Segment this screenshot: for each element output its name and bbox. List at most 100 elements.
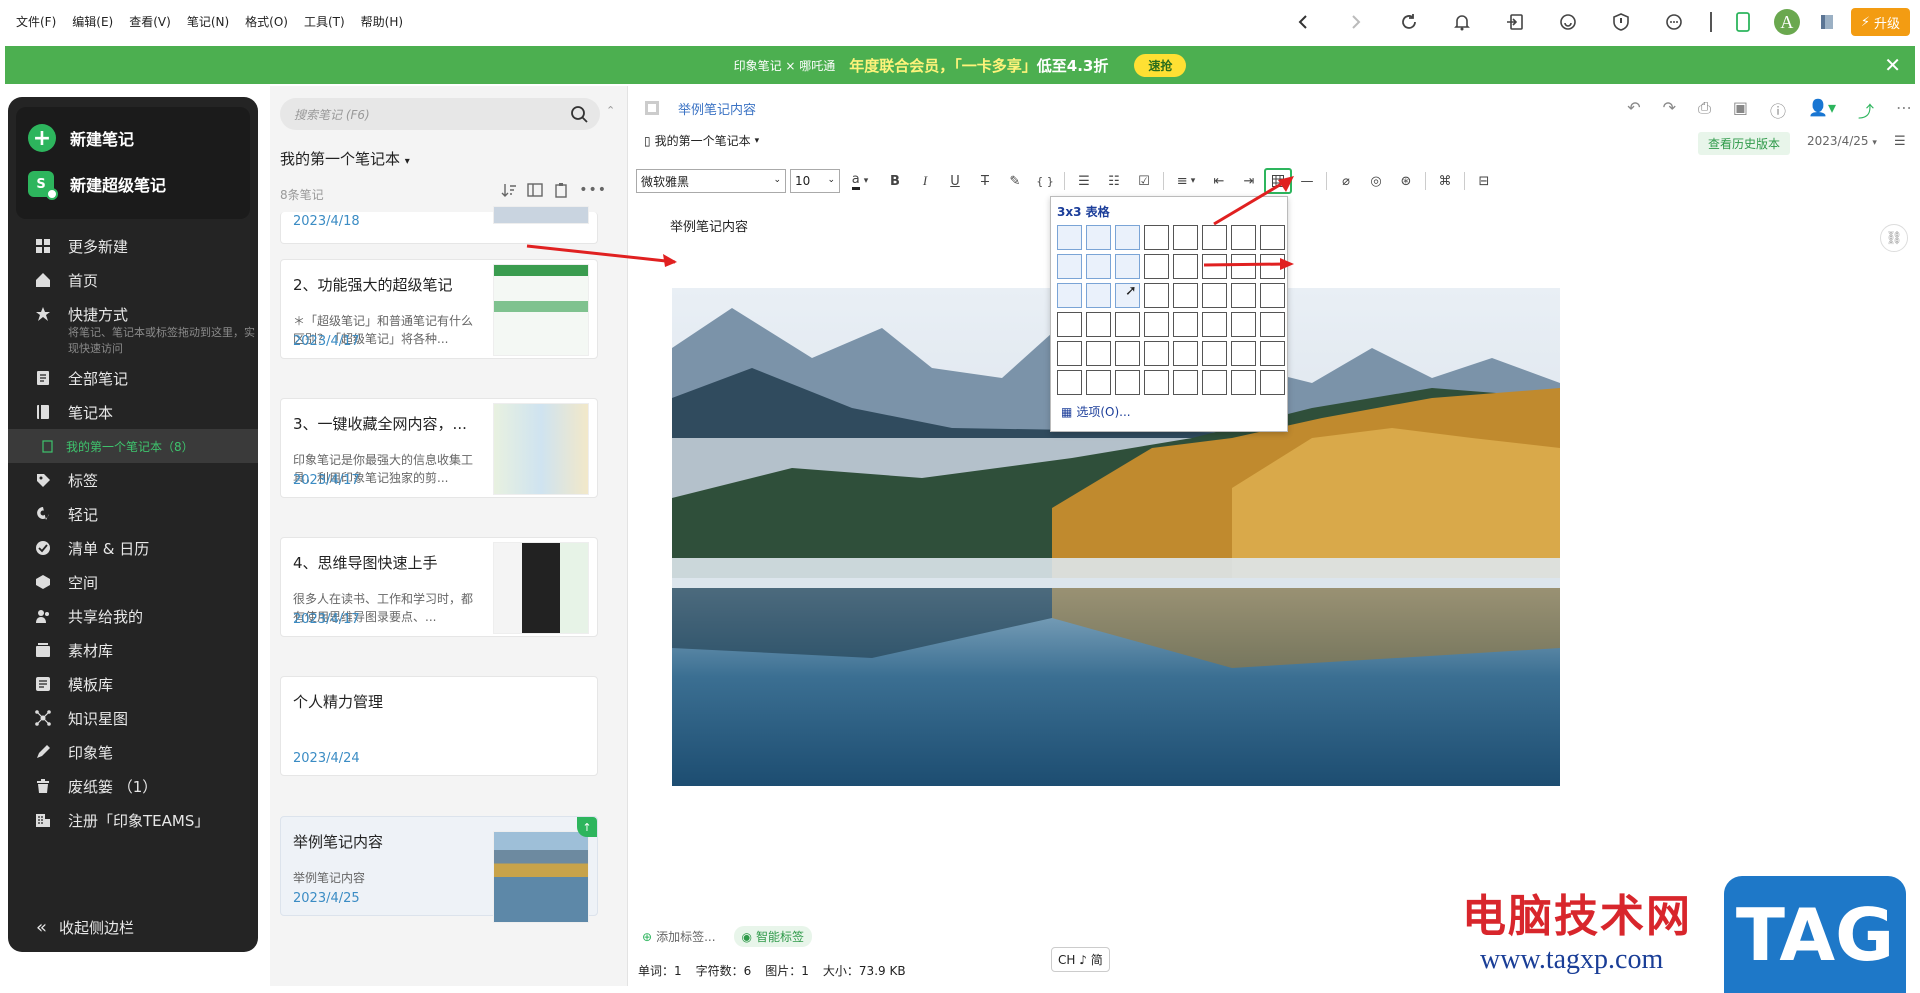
shield-icon[interactable] <box>1595 0 1648 44</box>
grid-cell[interactable] <box>1260 370 1285 395</box>
font-family-select[interactable]: 微软雅黑 ⌄ <box>636 169 786 193</box>
code-icon[interactable]: { } <box>1030 168 1060 194</box>
grid-cell[interactable] <box>1260 341 1285 366</box>
back-icon[interactable] <box>1277 0 1330 44</box>
shortcut-icon[interactable]: ⌘ <box>1430 168 1460 194</box>
lock-icon[interactable]: ⊟ <box>1469 168 1499 194</box>
grid-cell[interactable] <box>1202 370 1227 395</box>
menu-note[interactable]: 笔记(N) <box>179 0 237 44</box>
new-super-note-button[interactable]: S 新建超级笔记 <box>16 161 250 207</box>
font-color-icon[interactable]: a ▾ <box>840 168 880 194</box>
menu-file[interactable]: 文件(F) <box>8 0 64 44</box>
grid-cell[interactable] <box>1086 254 1111 279</box>
collapse-sidebar-button[interactable]: « 收起侧边栏 <box>36 917 134 938</box>
grid-cell[interactable] <box>1260 283 1285 308</box>
grid-cell[interactable] <box>1057 254 1082 279</box>
note-card[interactable]: 个人精力管理 2023/4/24 <box>280 676 598 776</box>
attachment-icon[interactable]: ⌀ <box>1331 168 1361 194</box>
grid-cell[interactable] <box>1144 283 1169 308</box>
upgrade-button[interactable]: ⚡ 升级 <box>1850 8 1910 36</box>
strikethrough-icon[interactable]: T <box>970 168 1000 194</box>
underline-icon[interactable]: U <box>940 168 970 194</box>
share-user-icon[interactable]: 👤▾ <box>1808 98 1836 122</box>
grid-cell[interactable] <box>1057 225 1082 250</box>
checklist-icon[interactable]: ☑ <box>1129 168 1159 194</box>
info-icon[interactable]: ⓘ <box>1770 98 1786 122</box>
sidebar-item-home[interactable]: 首页 <box>8 263 258 297</box>
more-icon[interactable]: ⋯ <box>1896 98 1912 122</box>
print-icon[interactable]: ⎙ <box>1698 98 1711 122</box>
numbered-list-icon[interactable]: ☷ <box>1099 168 1129 194</box>
bullet-list-icon[interactable]: ☰ <box>1069 168 1099 194</box>
sidebar-item-tasks-calendar[interactable]: 清单 & 日历 <box>8 531 258 565</box>
import-icon[interactable] <box>1489 0 1542 44</box>
grid-cell[interactable] <box>1057 312 1082 337</box>
italic-icon[interactable]: I <box>910 168 940 194</box>
sort-icon[interactable] <box>501 182 517 198</box>
sidebar-item-pen[interactable]: 印象笔 <box>8 735 258 769</box>
grid-cell[interactable] <box>1231 312 1256 337</box>
note-card[interactable]: 2、功能强大的超级笔记 ＊「超级笔记」和普通笔记有什么区别？「超级笔记」将各种.… <box>280 259 598 359</box>
sidebar-item-more-new[interactable]: 更多新建 <box>8 229 258 263</box>
grid-cell[interactable] <box>1057 283 1082 308</box>
note-card-selected[interactable]: 举例笔记内容 举例笔记内容 2023/4/25 ↑ <box>280 816 598 923</box>
sidebar-item-all-notes[interactable]: 全部笔记 <box>8 361 258 395</box>
grid-cell[interactable] <box>1202 312 1227 337</box>
collapse-up-icon[interactable]: ⌃ <box>606 104 615 117</box>
smile-icon[interactable] <box>1542 0 1595 44</box>
bold-icon[interactable]: B <box>880 168 910 194</box>
note-card[interactable]: 3、一键收藏全网内容，... 印象笔记是你最强大的信息收集工具，利用印象笔记独家… <box>280 398 598 498</box>
editor-note-title[interactable]: 举例笔记内容 <box>678 99 756 118</box>
grid-cell[interactable] <box>1173 225 1198 250</box>
grid-cell[interactable] <box>1086 312 1111 337</box>
grid-cell[interactable] <box>1115 254 1140 279</box>
sidebar-item-library[interactable]: 素材库 <box>8 633 258 667</box>
menu-view[interactable]: 查看(V) <box>121 0 179 44</box>
sidebar-item-knowledge-graph[interactable]: 知识星图 <box>8 701 258 735</box>
grid-cell[interactable] <box>1173 254 1198 279</box>
grid-cell[interactable] <box>1144 370 1169 395</box>
table-options-button[interactable]: ▦ 选项(O)... <box>1061 403 1131 420</box>
note-card[interactable]: 4、思维导图快速上手 很多人在读书、工作和学习时，都有使用思维导图录要点、...… <box>280 537 598 637</box>
menu-format[interactable]: 格式(O) <box>237 0 296 44</box>
grid-cell[interactable] <box>1086 283 1111 308</box>
grid-cell[interactable] <box>1057 341 1082 366</box>
grid-cell[interactable] <box>1115 312 1140 337</box>
phone-icon[interactable] <box>1721 0 1765 44</box>
history-button[interactable]: 查看历史版本 <box>1698 132 1791 155</box>
sidebar-item-shared-with-me[interactable]: 共享给我的 <box>8 599 258 633</box>
table-size-grid[interactable] <box>1057 225 1285 395</box>
grid-cell[interactable] <box>1173 283 1198 308</box>
grid-cell[interactable] <box>1173 370 1198 395</box>
menu-edit[interactable]: 编辑(E) <box>64 0 121 44</box>
grid-cell[interactable] <box>1231 283 1256 308</box>
sidebar-item-trash[interactable]: 废纸篓 （1） <box>8 769 258 803</box>
encrypt-icon[interactable]: ⊛ <box>1391 168 1421 194</box>
present-icon[interactable]: ▣ <box>1733 98 1748 122</box>
note-body-text[interactable]: 举例笔记内容 <box>670 216 748 235</box>
grid-cell[interactable] <box>1231 341 1256 366</box>
audio-icon[interactable]: ◎ <box>1361 168 1391 194</box>
grid-cell[interactable] <box>1144 254 1169 279</box>
grid-cell[interactable] <box>1086 225 1111 250</box>
book-icon[interactable] <box>1809 0 1845 44</box>
grid-cell[interactable] <box>1144 225 1169 250</box>
close-icon[interactable]: ✕ <box>1884 53 1901 77</box>
sidebar-item-tags[interactable]: 标签 <box>8 463 258 497</box>
grid-cell[interactable] <box>1144 312 1169 337</box>
expand-icon[interactable] <box>644 100 660 116</box>
grid-cell[interactable] <box>1086 370 1111 395</box>
grid-cell[interactable] <box>1144 341 1169 366</box>
grid-cell[interactable] <box>1260 312 1285 337</box>
bell-icon[interactable] <box>1436 0 1489 44</box>
link-icon[interactable]: ⛓ <box>1880 224 1908 252</box>
more-circle-icon[interactable] <box>1648 0 1701 44</box>
smart-tag-button[interactable]: ◉ 智能标签 <box>733 926 813 947</box>
promo-banner[interactable]: 印象笔记 × 哪吒通 年度联合会员，「一卡多享」 低至4.3折 速抢 ✕ <box>5 46 1915 84</box>
clip-icon[interactable] <box>553 182 569 198</box>
more-icon[interactable]: ••• <box>579 182 607 198</box>
sidebar-item-quick-notes[interactable]: 轻记 <box>8 497 258 531</box>
view-mode-icon[interactable] <box>527 182 543 198</box>
grid-cell[interactable] <box>1173 341 1198 366</box>
share-icon[interactable]: ⤴ <box>1858 98 1874 122</box>
